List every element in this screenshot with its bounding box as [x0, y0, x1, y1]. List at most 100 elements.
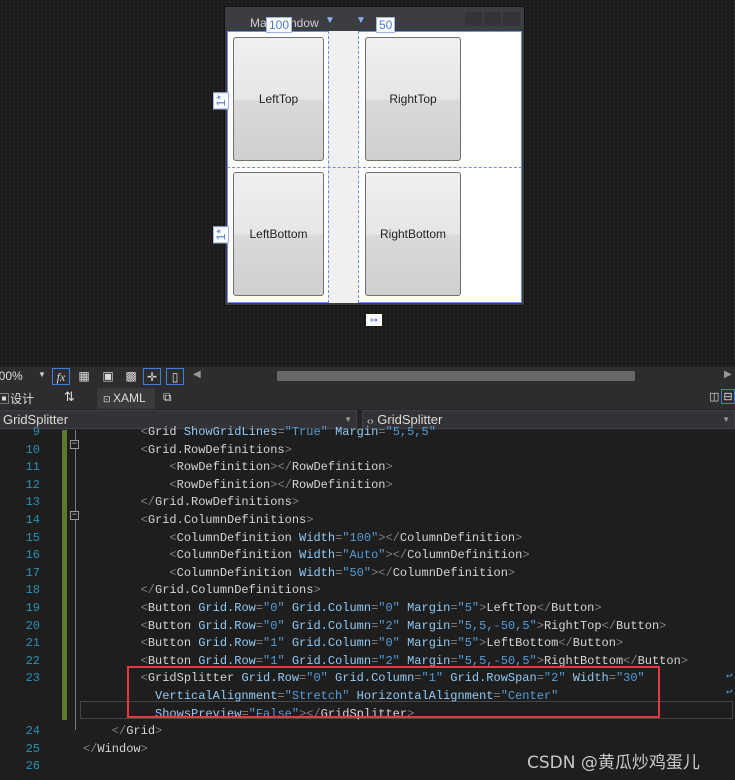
- code-line[interactable]: 18 </Grid.ColumnDefinitions>: [0, 582, 735, 600]
- code-token: <: [83, 565, 177, 580]
- code-token: "5": [457, 601, 480, 615]
- column-marker-icon[interactable]: ▼: [325, 15, 335, 26]
- code-token: Margin: [399, 636, 451, 651]
- code-token: Grid.Row: [198, 618, 256, 633]
- code-token: >: [140, 741, 148, 756]
- code-token: Grid.ColumnDefinitions: [147, 513, 307, 527]
- design-icon: ▣: [0, 392, 11, 406]
- row-height-label[interactable]: 1*: [213, 92, 229, 110]
- code-token: ></: [270, 460, 292, 475]
- code-token: </: [83, 724, 127, 739]
- close-button: [503, 12, 520, 26]
- horizontal-scrollbar-thumb[interactable]: [277, 371, 635, 381]
- xaml-editor[interactable]: − − 9 <Grid ShowGridLines="True" Margin=…: [0, 425, 735, 780]
- minimize-button: [465, 12, 482, 26]
- zoom-select[interactable]: 100%: [0, 369, 23, 383]
- code-token: >: [615, 636, 624, 651]
- code-token: "0": [378, 636, 400, 651]
- code-token: Grid: [126, 724, 156, 739]
- code-token: >: [155, 724, 163, 739]
- code-token: </: [601, 618, 616, 633]
- tab-xaml-label: XAML: [113, 391, 146, 405]
- code-token: Grid: [147, 425, 184, 439]
- code-token: <: [83, 636, 148, 651]
- column-marker-icon[interactable]: ▼: [356, 15, 366, 26]
- code-token: "0": [378, 601, 400, 615]
- code-token: <: [83, 548, 177, 563]
- device-icon[interactable]: ▯: [166, 368, 184, 385]
- code-text: <Button Grid.Row="0" Grid.Column="0" Mar…: [83, 600, 602, 618]
- code-token: ShowGridLines: [183, 425, 278, 439]
- code-token: Button: [551, 601, 595, 615]
- button-left-bottom[interactable]: LeftBottom: [233, 172, 324, 296]
- code-token: RowDefinition: [291, 477, 386, 492]
- chevron-down-icon[interactable]: ▼: [38, 370, 46, 379]
- transparency-icon[interactable]: ▩: [122, 368, 140, 385]
- code-token: Button: [147, 601, 199, 615]
- code-token: Grid.Column: [284, 618, 372, 633]
- line-number: 24: [25, 724, 40, 739]
- code-token: ></: [371, 565, 393, 580]
- view-tabs: ▣设计 ⇅ ⊡ XAML ⧉ ◫ ⊟: [0, 386, 735, 409]
- scroll-right-icon[interactable]: ▶: [724, 369, 732, 380]
- snap-lines-icon[interactable]: ✛: [143, 368, 161, 385]
- code-token: Margin: [327, 425, 379, 439]
- xaml-icon: ⊡: [103, 394, 114, 404]
- vertical-split-icon[interactable]: ◫: [709, 390, 719, 403]
- code-line[interactable]: 10 <Grid.RowDefinitions>: [0, 442, 735, 460]
- code-text: </Grid>: [83, 723, 162, 741]
- code-token: ></: [270, 477, 292, 492]
- grid-icon[interactable]: ▦: [75, 368, 93, 385]
- code-token: "0": [263, 601, 285, 615]
- code-line[interactable]: 11 <RowDefinition></RowDefinition>: [0, 459, 735, 477]
- code-token: <: [83, 460, 177, 475]
- line-number: 23: [25, 671, 40, 686]
- code-line[interactable]: 21 <Button Grid.Row="1" Grid.Column="0" …: [0, 635, 735, 653]
- line-number: 11: [25, 460, 40, 475]
- code-token: >: [680, 653, 688, 668]
- code-token: >: [385, 460, 393, 475]
- code-line[interactable]: 15 <ColumnDefinition Width="100"></Colum…: [0, 530, 735, 548]
- code-line[interactable]: 16 <ColumnDefinition Width="Auto"></Colu…: [0, 547, 735, 565]
- designer-toolbar: 100% ▼ fx ▦ ▣ ▩ ✛ ▯ ◀ ▶: [0, 367, 735, 386]
- code-line[interactable]: 20 <Button Grid.Row="0" Grid.Column="2" …: [0, 618, 735, 636]
- code-token: Button: [615, 618, 660, 633]
- column-width-label[interactable]: 100: [266, 17, 293, 33]
- line-number: 20: [25, 618, 40, 633]
- tab-xaml[interactable]: ⊡ XAML: [97, 388, 155, 409]
- button-left-top[interactable]: LeftTop: [233, 37, 324, 161]
- code-line[interactable]: 9 <Grid ShowGridLines="True" Margin="5,5…: [0, 424, 735, 442]
- line-number: 26: [25, 759, 40, 774]
- scroll-left-icon[interactable]: ◀: [193, 369, 201, 380]
- code-token: "5,5,-50,5": [457, 618, 537, 633]
- code-token: Margin: [399, 618, 451, 633]
- fx-button[interactable]: fx: [52, 368, 70, 385]
- column-width-label[interactable]: 50: [376, 17, 396, 33]
- code-token: "50": [342, 565, 372, 580]
- snap-grid-icon[interactable]: ▣: [99, 368, 117, 385]
- code-token: >: [594, 601, 602, 615]
- code-line[interactable]: 14 <Grid.ColumnDefinitions>: [0, 512, 735, 530]
- code-token: ColumnDefinition: [399, 530, 516, 545]
- code-token: "2": [378, 618, 400, 633]
- code-line[interactable]: 12 <RowDefinition></RowDefinition>: [0, 477, 735, 495]
- row-height-label[interactable]: 1*: [213, 226, 229, 244]
- code-line[interactable]: 19 <Button Grid.Row="0" Grid.Column="0" …: [0, 600, 735, 618]
- button-right-top[interactable]: RightTop: [365, 37, 461, 161]
- code-line[interactable]: 17 <ColumnDefinition Width="50"></Column…: [0, 565, 735, 583]
- horizontal-split-icon[interactable]: ⊟: [721, 389, 735, 404]
- code-token: </: [83, 741, 98, 756]
- designer-surface[interactable]: MainWindow LeftTop RightTop LeftBottom R…: [0, 0, 735, 366]
- line-number: 22: [25, 653, 40, 668]
- popout-icon[interactable]: ⧉: [163, 390, 172, 405]
- line-number: 16: [25, 548, 40, 563]
- code-token: Grid.Column: [284, 601, 372, 615]
- maximize-button: [484, 12, 501, 26]
- tab-design[interactable]: ▣设计: [0, 390, 34, 407]
- code-token: <: [83, 477, 177, 492]
- swap-panes-button[interactable]: ⇅: [64, 389, 75, 405]
- button-right-bottom[interactable]: RightBottom: [365, 172, 461, 296]
- code-line[interactable]: 24 </Grid>: [0, 723, 735, 741]
- code-line[interactable]: 13 </Grid.RowDefinitions>: [0, 494, 735, 512]
- row-gridline[interactable]: [227, 167, 522, 168]
